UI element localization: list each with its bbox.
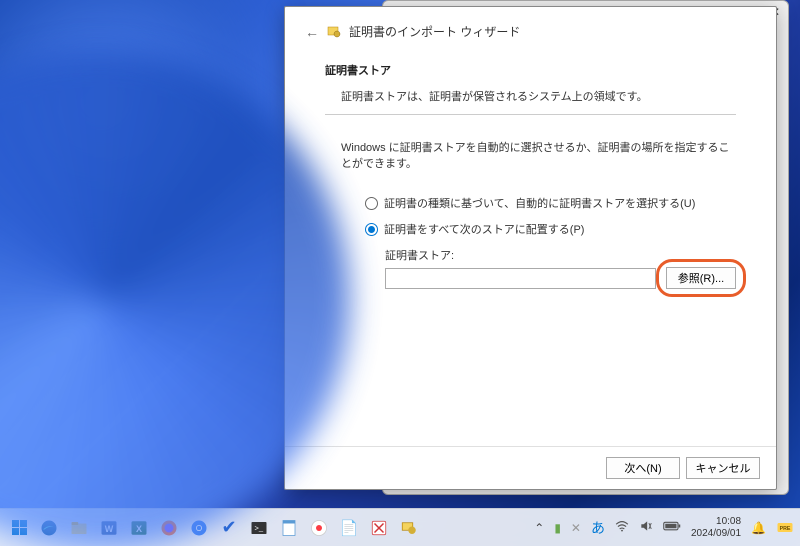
svg-text:X: X (136, 523, 142, 533)
date-text: 2024/09/01 (691, 528, 741, 540)
divider (325, 114, 736, 115)
store-label: 証明書ストア: (385, 247, 736, 263)
time-text: 10:08 (691, 516, 741, 528)
app-icon-1[interactable]: 📄 (336, 515, 362, 541)
wizard-title: 証明書のインポート ウィザード (349, 23, 520, 40)
dialog-footer: 次へ(N) キャンセル (285, 446, 776, 489)
word-icon[interactable]: W (96, 515, 122, 541)
chevron-up-icon[interactable]: ⌃ (534, 521, 544, 535)
instruction-text: Windows に証明書ストアを自動的に選択させるか、証明書の場所を指定すること… (325, 139, 736, 171)
svg-text:>_: >_ (255, 523, 264, 532)
svg-text:W: W (105, 523, 114, 533)
firefox-icon[interactable] (156, 515, 182, 541)
app-icon-2[interactable] (366, 515, 392, 541)
browse-button[interactable]: 参照(R)... (666, 267, 736, 289)
wifi-icon[interactable] (615, 519, 629, 536)
dialog-header: ← 証明書のインポート ウィザード (285, 7, 776, 52)
radio-icon (365, 197, 378, 210)
radio-group: 証明書の種類に基づいて、自動的に証明書ストアを選択する(U) 証明書をすべて次の… (325, 195, 736, 289)
radio-auto-select[interactable]: 証明書の種類に基づいて、自動的に証明書ストアを選択する(U) (365, 195, 736, 211)
cancel-button[interactable]: キャンセル (686, 457, 760, 479)
dialog-body: 証明書ストア 証明書ストアは、証明書が保管されるシステム上の領域です。 Wind… (285, 52, 776, 446)
terminal-icon[interactable]: >_ (246, 515, 272, 541)
certificate-icon[interactable] (396, 515, 422, 541)
chrome-icon[interactable] (186, 515, 212, 541)
language-icon[interactable]: あ (591, 518, 605, 538)
section-title: 証明書ストア (325, 62, 736, 78)
radio-label: 証明書をすべて次のストアに配置する(P) (384, 221, 584, 237)
excel-icon[interactable]: X (126, 515, 152, 541)
tray-icon-2[interactable]: ✕ (571, 521, 581, 535)
radio-label: 証明書の種類に基づいて、自動的に証明書ストアを選択する(U) (384, 195, 695, 211)
tray-icon-1[interactable]: ▮ (554, 521, 561, 535)
store-row: 参照(R)... (385, 267, 736, 289)
certificate-wizard-icon (327, 25, 341, 39)
taskbar-right: ⌃ ▮ ✕ あ 10:08 2024/09/01 🔔 PRE (534, 516, 794, 540)
taskbar: W X ✔ >_ 📄 (0, 508, 800, 546)
notepad-icon[interactable] (276, 515, 302, 541)
edge-icon[interactable] (36, 515, 62, 541)
todo-icon[interactable]: ✔ (216, 515, 242, 541)
preview-badge-icon[interactable]: PRE (776, 517, 794, 538)
svg-text:PRE: PRE (780, 526, 791, 532)
itunes-icon[interactable] (306, 515, 332, 541)
certificate-import-wizard-dialog: ← 証明書のインポート ウィザード 証明書ストア 証明書ストアは、証明書が保管さ… (284, 6, 777, 490)
start-button[interactable] (6, 515, 32, 541)
back-arrow-icon[interactable]: ← (305, 24, 319, 40)
next-button[interactable]: 次へ(N) (606, 457, 680, 479)
taskbar-left: W X ✔ >_ 📄 (6, 515, 534, 541)
notification-icon[interactable]: 🔔 (751, 521, 766, 535)
store-subsection: 証明書ストア: 参照(R)... (365, 247, 736, 289)
highlight-annotation: 参照(R)... (666, 267, 736, 289)
radio-icon-selected (365, 223, 378, 236)
section-description: 証明書ストアは、証明書が保管されるシステム上の領域です。 (325, 88, 736, 104)
clock[interactable]: 10:08 2024/09/01 (691, 516, 741, 540)
battery-icon[interactable] (663, 520, 681, 535)
explorer-icon[interactable] (66, 515, 92, 541)
radio-manual-select[interactable]: 証明書をすべて次のストアに配置する(P) (365, 221, 736, 237)
desktop-background: ✕ ← 証明書のインポート ウィザード 証明書ストア 証明書ストアは、証明書が保… (0, 0, 800, 546)
certificate-store-input[interactable] (385, 268, 656, 289)
volume-icon[interactable] (639, 519, 653, 536)
